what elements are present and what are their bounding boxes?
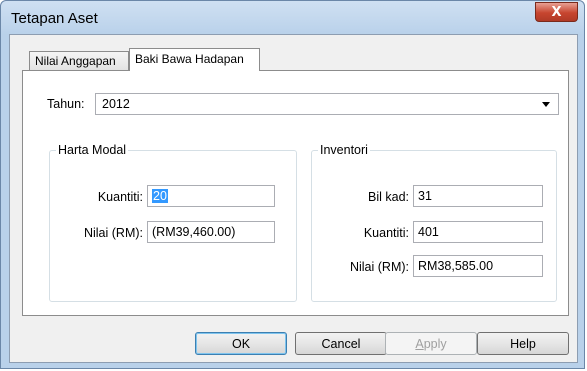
year-label: Tahun:	[47, 97, 85, 111]
window-title: Tetapan Aset	[11, 10, 98, 27]
inventori-bil-kad-label: Bil kad:	[368, 190, 409, 204]
harta-nilai-value: (RM39,460.00)	[152, 225, 236, 239]
close-icon: X	[551, 4, 562, 20]
close-button[interactable]: X	[535, 2, 578, 22]
tab-label: Baki Bawa Hadapan	[135, 52, 244, 66]
inventori-nilai-input[interactable]: RM38,585.00	[413, 255, 543, 277]
inventori-kuantiti-input[interactable]: 401	[413, 221, 543, 243]
chevron-down-icon[interactable]	[542, 102, 550, 107]
inventori-title: Inventori	[318, 143, 370, 157]
inventori-nilai-value: RM38,585.00	[418, 259, 494, 273]
help-button[interactable]: Help	[477, 332, 569, 355]
harta-kuantiti-label: Kuantiti:	[97, 190, 143, 204]
inventori-kuantiti-label: Kuantiti:	[363, 226, 409, 240]
ok-button[interactable]: OK	[195, 332, 287, 355]
year-select[interactable]: 2012	[95, 93, 559, 115]
inventori-bil-kad-input[interactable]: 31	[413, 185, 543, 207]
inventori-nilai-label: Nilai (RM):	[349, 260, 409, 274]
apply-button-label: pply	[423, 336, 447, 351]
tab-baki-bawa-hadapan[interactable]: Baki Bawa Hadapan	[129, 48, 260, 71]
tab-nilai-anggapan[interactable]: Nilai Anggapan	[29, 51, 129, 70]
harta-nilai-label: Nilai (RM):	[83, 226, 143, 240]
inventori-kuantiti-value: 401	[418, 225, 439, 239]
harta-kuantiti-input[interactable]: 20	[147, 185, 275, 207]
harta-nilai-input[interactable]: (RM39,460.00)	[147, 221, 275, 243]
tab-label: Nilai Anggapan	[35, 54, 116, 68]
title-bar[interactable]: Tetapan Aset X	[1, 1, 584, 35]
apply-accelerator: A	[415, 336, 424, 351]
inventori-bil-kad-value: 31	[418, 189, 432, 203]
tab-panel: Tahun: 2012 Harta Modal Kuantiti: 20 Nil…	[22, 70, 569, 316]
ok-button-label: OK	[231, 336, 251, 351]
apply-button[interactable]: Apply	[385, 332, 477, 355]
cancel-button-label: Cancel	[321, 336, 361, 351]
harta-kuantiti-value: 20	[152, 189, 168, 203]
harta-modal-title: Harta Modal	[56, 143, 129, 157]
help-button-label: Help	[510, 336, 536, 351]
cancel-button[interactable]: Cancel	[295, 332, 387, 355]
year-value: 2012	[102, 97, 130, 111]
